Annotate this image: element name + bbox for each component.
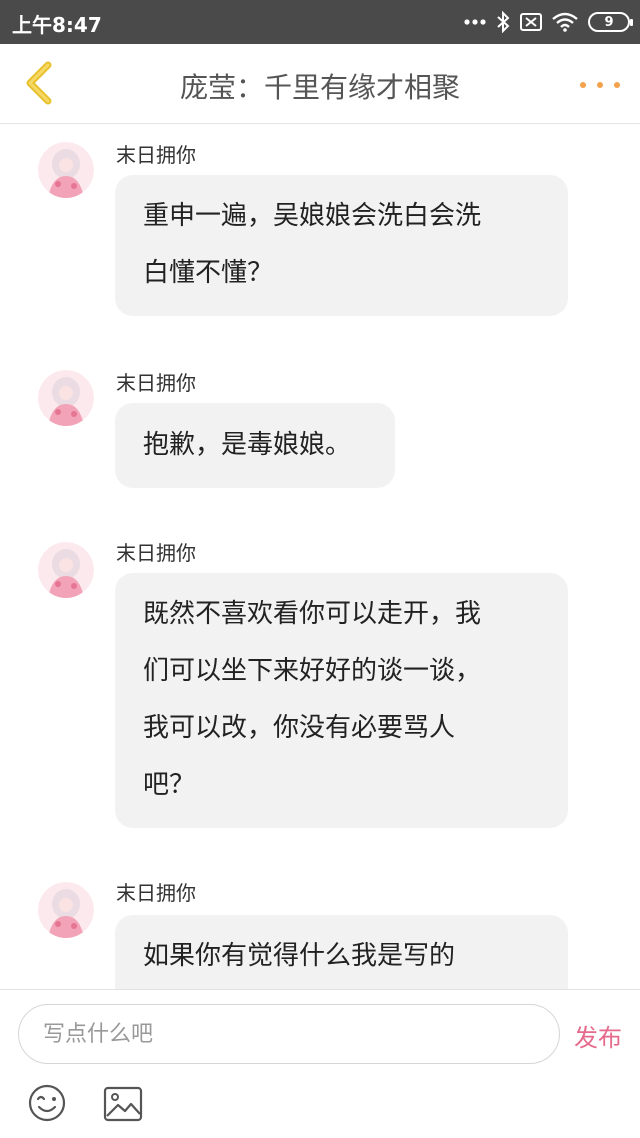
sim-card-icon [520, 13, 542, 31]
message-line: 既然不喜欢看你可以走开，我 [143, 599, 482, 629]
battery-level: 9 [604, 14, 614, 30]
more-button[interactable] [580, 70, 620, 100]
message-line: 重申一遍，吴娘娘会洗白会洗 [143, 201, 482, 231]
message-line: 吧？ [143, 770, 196, 800]
emoji-icon [28, 1084, 66, 1122]
avatar[interactable] [38, 370, 94, 426]
input-bar: 发布 [0, 989, 640, 1138]
bluetooth-icon [497, 11, 510, 33]
status-bar: 上午8:47 9 [0, 0, 640, 44]
sender-name: 末日拥你 [116, 143, 196, 167]
message-line: 如果你有觉得什么我是写的 [143, 941, 456, 971]
image-icon [103, 1086, 143, 1122]
wifi-icon [552, 12, 578, 32]
page-title: 庞莹：千里有缘才相聚 [179, 71, 460, 104]
more-dot [614, 82, 620, 88]
message-list[interactable]: 末日拥你 重申一遍，吴娘娘会洗白会洗 白懂不懂？ 末日拥你 抱歉，是毒娘娘。 末… [0, 125, 640, 990]
back-button[interactable] [14, 58, 64, 108]
battery-icon: 9 [588, 12, 633, 32]
more-dot [597, 82, 603, 88]
nav-bar: 庞莹：千里有缘才相聚 [0, 44, 640, 124]
message-line: 我可以改，你没有必要骂人 [143, 713, 456, 743]
sender-name: 末日拥你 [116, 541, 196, 565]
avatar[interactable] [38, 882, 94, 938]
image-button[interactable] [103, 1086, 143, 1122]
more-dot [580, 82, 586, 88]
avatar[interactable] [38, 542, 94, 598]
sender-name: 末日拥你 [116, 881, 196, 905]
emoji-button[interactable] [27, 1083, 67, 1123]
sender-name: 末日拥你 [116, 371, 196, 395]
comment-input[interactable] [18, 1004, 560, 1064]
message-bubble[interactable]: 重申一遍，吴娘娘会洗白会洗 白懂不懂？ [115, 175, 568, 316]
message-bubble[interactable]: 抱歉，是毒娘娘。 [115, 403, 395, 488]
message-line: 抱歉，是毒娘娘。 [143, 430, 352, 460]
status-time: 上午8:47 [12, 13, 102, 37]
back-arrow-icon [26, 61, 52, 105]
status-icons: 9 [464, 8, 633, 36]
signal-dots-icon [464, 19, 486, 25]
message-line: 们可以坐下来好好的谈一谈， [143, 656, 482, 686]
publish-button[interactable]: 发布 [574, 1018, 622, 1053]
message-bubble[interactable]: 既然不喜欢看你可以走开，我 们可以坐下来好好的谈一谈， 我可以改，你没有必要骂人… [115, 573, 568, 828]
message-line: 白懂不懂？ [143, 258, 274, 288]
message-bubble[interactable]: 如果你有觉得什么我是写的 [115, 915, 568, 990]
avatar[interactable] [38, 142, 94, 198]
